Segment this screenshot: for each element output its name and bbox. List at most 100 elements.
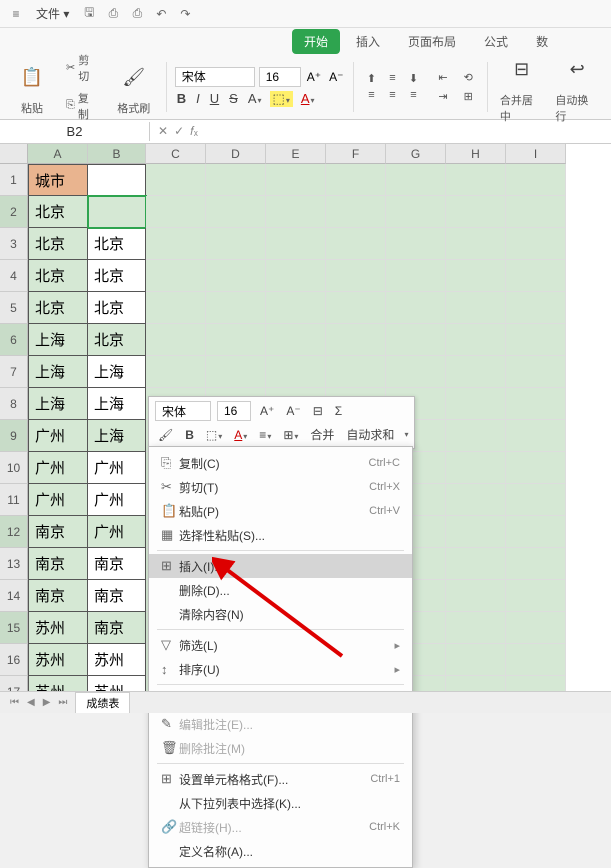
tab-start[interactable]: 开始	[292, 29, 340, 54]
sheet-nav-next-icon[interactable]: ▶	[43, 697, 51, 708]
underline-button[interactable]: U	[208, 91, 221, 107]
tab-data[interactable]: 数	[524, 29, 560, 54]
cell[interactable]	[146, 292, 206, 324]
cell[interactable]: 南京	[88, 580, 146, 612]
cell[interactable]	[506, 548, 566, 580]
context-menu-item[interactable]: 清除内容(N)	[149, 602, 412, 626]
italic-button[interactable]: I	[194, 91, 202, 107]
cell[interactable]	[506, 164, 566, 196]
cell[interactable]	[266, 356, 326, 388]
mini-bold-button[interactable]: B	[182, 427, 197, 443]
context-menu-item[interactable]: ✂剪切(T)Ctrl+X	[149, 475, 412, 499]
row-header[interactable]: 11	[0, 484, 28, 516]
cell[interactable]: 北京	[88, 324, 146, 356]
cell[interactable]	[326, 324, 386, 356]
mini-increase-font-icon[interactable]: A⁺	[257, 403, 277, 419]
cut-button[interactable]: ✂剪切	[60, 50, 106, 86]
row-header[interactable]: 7	[0, 356, 28, 388]
column-header[interactable]: D	[206, 144, 266, 164]
cell[interactable]	[266, 292, 326, 324]
cell[interactable]	[88, 196, 146, 228]
decrease-font-icon[interactable]: A⁻	[327, 70, 345, 84]
cell[interactable]	[506, 292, 566, 324]
cell[interactable]	[506, 228, 566, 260]
orientation-button[interactable]: ⟲	[458, 69, 479, 86]
cell[interactable]	[446, 356, 506, 388]
cell[interactable]	[446, 548, 506, 580]
cell[interactable]	[506, 612, 566, 644]
column-header[interactable]: B	[88, 144, 146, 164]
cell[interactable]: 广州	[88, 484, 146, 516]
wrap-button[interactable]: ↩ 自动换行	[551, 50, 603, 124]
undo-icon[interactable]: ↶	[153, 6, 169, 22]
sheet-nav-prev-icon[interactable]: ◀	[27, 697, 35, 708]
cell[interactable]	[146, 324, 206, 356]
cell[interactable]	[446, 260, 506, 292]
cell[interactable]	[206, 164, 266, 196]
mini-merge-icon[interactable]: ⊟	[310, 403, 326, 419]
cell[interactable]	[326, 164, 386, 196]
cell[interactable]: 北京	[28, 260, 88, 292]
row-header[interactable]: 4	[0, 260, 28, 292]
cell[interactable]: 广州	[28, 420, 88, 452]
context-menu-item[interactable]: 从下拉列表中选择(K)...	[149, 791, 412, 815]
context-menu-item[interactable]: ⊞插入(I)...	[149, 554, 412, 578]
file-menu[interactable]: 文件 ▾	[32, 3, 73, 24]
name-box[interactable]: B2	[0, 122, 150, 141]
cell[interactable]	[506, 196, 566, 228]
cell[interactable]: 广州	[88, 452, 146, 484]
mini-fill-button[interactable]: ⬚▾	[203, 427, 225, 443]
mini-autosum-label[interactable]: 自动求和	[343, 425, 397, 444]
mini-font-name[interactable]	[155, 401, 211, 421]
cell[interactable]	[446, 388, 506, 420]
menu-icon[interactable]: ≡	[8, 6, 24, 22]
cell[interactable]: 广州	[28, 484, 88, 516]
cell[interactable]	[506, 644, 566, 676]
cell[interactable]	[326, 228, 386, 260]
cell[interactable]	[386, 356, 446, 388]
cell[interactable]: 南京	[88, 612, 146, 644]
select-all-corner[interactable]	[0, 144, 28, 164]
row-header[interactable]: 9	[0, 420, 28, 452]
column-header[interactable]: E	[266, 144, 326, 164]
increase-font-icon[interactable]: A⁺	[305, 70, 323, 84]
cell[interactable]	[506, 388, 566, 420]
formula-input[interactable]	[206, 130, 611, 134]
cell[interactable]: 北京	[28, 196, 88, 228]
cell[interactable]	[386, 324, 446, 356]
align-right-icon[interactable]: ≡	[404, 88, 422, 102]
cell[interactable]	[386, 228, 446, 260]
redo-icon[interactable]: ↷	[177, 6, 193, 22]
cell[interactable]	[206, 196, 266, 228]
cell[interactable]	[326, 292, 386, 324]
cell[interactable]	[446, 324, 506, 356]
cell[interactable]	[146, 260, 206, 292]
cell[interactable]: 南京	[28, 516, 88, 548]
context-menu-item[interactable]: ⊞设置单元格格式(F)...Ctrl+1	[149, 767, 412, 791]
font-size-select[interactable]	[259, 67, 301, 87]
cell[interactable]: 上海	[28, 356, 88, 388]
cell[interactable]: 上海	[88, 388, 146, 420]
context-menu-item[interactable]: ▦选择性粘贴(S)...	[149, 523, 412, 547]
cell[interactable]	[446, 292, 506, 324]
print-icon[interactable]: ⎙	[129, 6, 145, 22]
cell[interactable]	[446, 612, 506, 644]
cell[interactable]	[446, 196, 506, 228]
cell[interactable]: 北京	[88, 228, 146, 260]
column-header[interactable]: I	[506, 144, 566, 164]
mini-decrease-font-icon[interactable]: A⁻	[283, 403, 303, 419]
cell[interactable]: 广州	[28, 452, 88, 484]
sheet-nav-last-icon[interactable]: ⏭	[58, 697, 67, 708]
cell[interactable]	[446, 644, 506, 676]
cell[interactable]	[506, 516, 566, 548]
mini-font-size[interactable]	[217, 401, 251, 421]
cell[interactable]	[326, 356, 386, 388]
column-header[interactable]: G	[386, 144, 446, 164]
cell[interactable]: 南京	[88, 548, 146, 580]
align-middle-icon[interactable]: ≡	[383, 71, 401, 85]
column-header[interactable]: A	[28, 144, 88, 164]
row-header[interactable]: 14	[0, 580, 28, 612]
fill-color-button[interactable]: ⬚▾	[270, 91, 293, 107]
cell[interactable]	[326, 260, 386, 292]
indent-increase-button[interactable]: ⇥	[432, 88, 453, 105]
